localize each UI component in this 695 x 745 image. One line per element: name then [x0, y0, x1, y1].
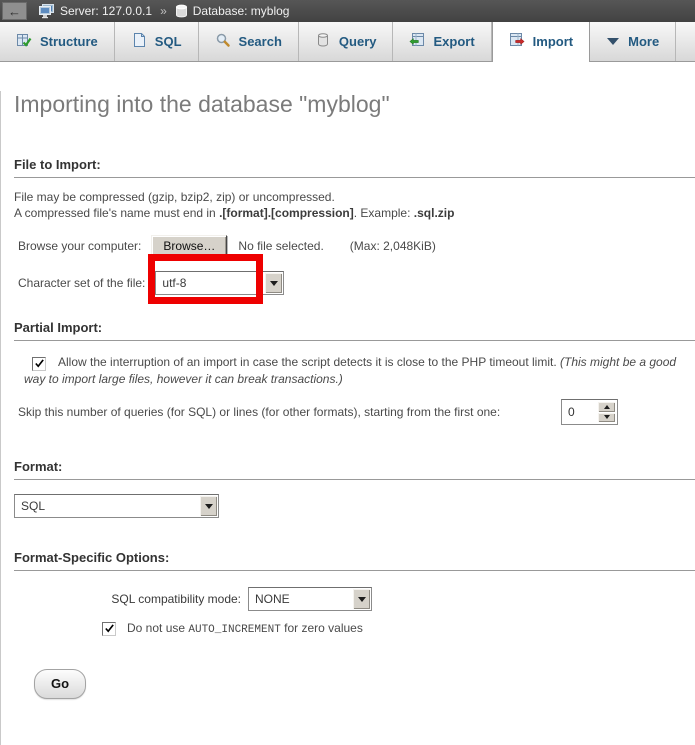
skip-queries-row: Skip this number of queries (for SQL) or…	[18, 399, 618, 425]
breadcrumb-database[interactable]: Database: myblog	[193, 4, 290, 18]
stepper-up-button[interactable]	[598, 402, 615, 412]
auto-increment-prefix: Do not use	[127, 621, 188, 635]
line2-example: .sql.zip	[414, 206, 455, 220]
format-select-value: SQL	[15, 499, 199, 513]
allow-interruption-text: Allow the interruption of an import in c…	[58, 355, 560, 369]
tab-import[interactable]: Import	[492, 22, 590, 62]
skip-queries-stepper[interactable]: 0	[561, 399, 618, 425]
tabbar-filler	[676, 22, 695, 61]
format-select[interactable]: SQL	[14, 494, 219, 518]
tab-label: Search	[239, 34, 282, 49]
tab-label: More	[628, 34, 659, 49]
caret-down-icon	[358, 597, 366, 602]
breadcrumb-separator: »	[160, 4, 167, 18]
auto-increment-suffix: for zero values	[281, 621, 363, 635]
query-icon	[315, 32, 331, 51]
tab-query[interactable]: Query	[299, 22, 394, 61]
line2-format-pattern: .[format].[compression]	[219, 206, 354, 220]
breadcrumb-bar: ← Server: 127.0.0.1 » Database: myblog	[0, 0, 695, 22]
charset-select[interactable]: utf-8	[155, 271, 284, 295]
line2-prefix: A compressed file's name must end in	[14, 206, 219, 220]
import-icon	[509, 32, 525, 51]
browse-row: Browse your computer: Browse… No file se…	[18, 234, 695, 258]
tab-search[interactable]: Search	[199, 22, 299, 61]
tab-more[interactable]: More	[590, 22, 676, 61]
charset-row: Character set of the file: utf-8	[18, 271, 695, 295]
partial-import-heading: Partial Import:	[14, 320, 695, 341]
format-heading: Format:	[14, 459, 695, 480]
skip-queries-value: 0	[562, 400, 598, 424]
server-icon	[39, 4, 55, 19]
tab-structure[interactable]: Structure	[0, 22, 115, 61]
tab-export[interactable]: Export	[393, 22, 491, 61]
allow-interruption-checkbox[interactable]	[32, 357, 46, 371]
caret-down-icon	[604, 415, 610, 419]
go-button[interactable]: Go	[34, 669, 86, 699]
stepper-buttons	[598, 402, 615, 422]
browse-label: Browse your computer:	[18, 239, 141, 253]
browse-button[interactable]: Browse…	[151, 235, 227, 258]
caret-down-icon	[205, 504, 213, 509]
charset-label: Character set of the file:	[18, 276, 145, 290]
sql-compatibility-row: SQL compatibility mode: NONE	[18, 587, 695, 611]
tab-label: Import	[533, 34, 573, 49]
format-specific-options-heading: Format-Specific Options:	[14, 550, 695, 571]
breadcrumb-server[interactable]: Server: 127.0.0.1	[60, 4, 152, 18]
line2-mid: . Example:	[354, 206, 414, 220]
import-page: Importing into the database "myblog" Fil…	[0, 91, 695, 745]
tab-label: SQL	[155, 34, 182, 49]
dropdown-arrow-button[interactable]	[353, 589, 370, 609]
export-icon	[409, 32, 425, 51]
chevron-down-icon	[606, 34, 620, 49]
no-file-selected-text: No file selected.	[238, 239, 323, 253]
sql-icon	[131, 32, 147, 51]
sql-compatibility-select[interactable]: NONE	[248, 587, 372, 611]
tab-bar: Structure SQL Search Query	[0, 22, 695, 62]
breadcrumb: Server: 127.0.0.1 » Database: myblog	[39, 4, 289, 19]
stepper-down-button[interactable]	[598, 413, 615, 423]
dropdown-arrow-button[interactable]	[265, 273, 282, 293]
checkmark-icon	[104, 623, 115, 634]
search-icon	[215, 32, 231, 51]
checkmark-icon	[34, 358, 45, 369]
sql-compatibility-value: NONE	[249, 592, 352, 606]
dropdown-arrow-button[interactable]	[200, 496, 217, 516]
back-arrow-icon: ←	[8, 5, 21, 18]
caret-down-icon	[270, 281, 278, 286]
back-button[interactable]: ←	[2, 2, 27, 20]
auto-increment-row: Do not use AUTO_INCREMENT for zero value…	[102, 621, 695, 636]
file-to-import-heading: File to Import:	[14, 157, 695, 178]
charset-select-value: utf-8	[156, 276, 264, 290]
max-size-note: (Max: 2,048KiB)	[350, 239, 436, 253]
tab-sql[interactable]: SQL	[115, 22, 199, 61]
compression-info-line2: A compressed file's name must end in .[f…	[14, 205, 695, 221]
tab-label: Export	[433, 34, 474, 49]
auto-increment-checkbox[interactable]	[102, 622, 116, 636]
caret-up-icon	[604, 405, 610, 409]
compression-info-line1: File may be compressed (gzip, bzip2, zip…	[14, 189, 695, 205]
auto-increment-code: AUTO_INCREMENT	[188, 624, 280, 636]
tab-label: Query	[339, 34, 377, 49]
skip-queries-label: Skip this number of queries (for SQL) or…	[18, 405, 500, 419]
structure-icon	[16, 32, 32, 51]
auto-increment-text: Do not use AUTO_INCREMENT for zero value…	[127, 621, 363, 636]
page-title: Importing into the database "myblog"	[14, 91, 695, 118]
database-icon	[175, 4, 188, 18]
allow-interruption-row: Allow the interruption of an import in c…	[24, 354, 685, 388]
tab-label: Structure	[40, 34, 98, 49]
sql-compatibility-label: SQL compatibility mode:	[18, 592, 241, 606]
